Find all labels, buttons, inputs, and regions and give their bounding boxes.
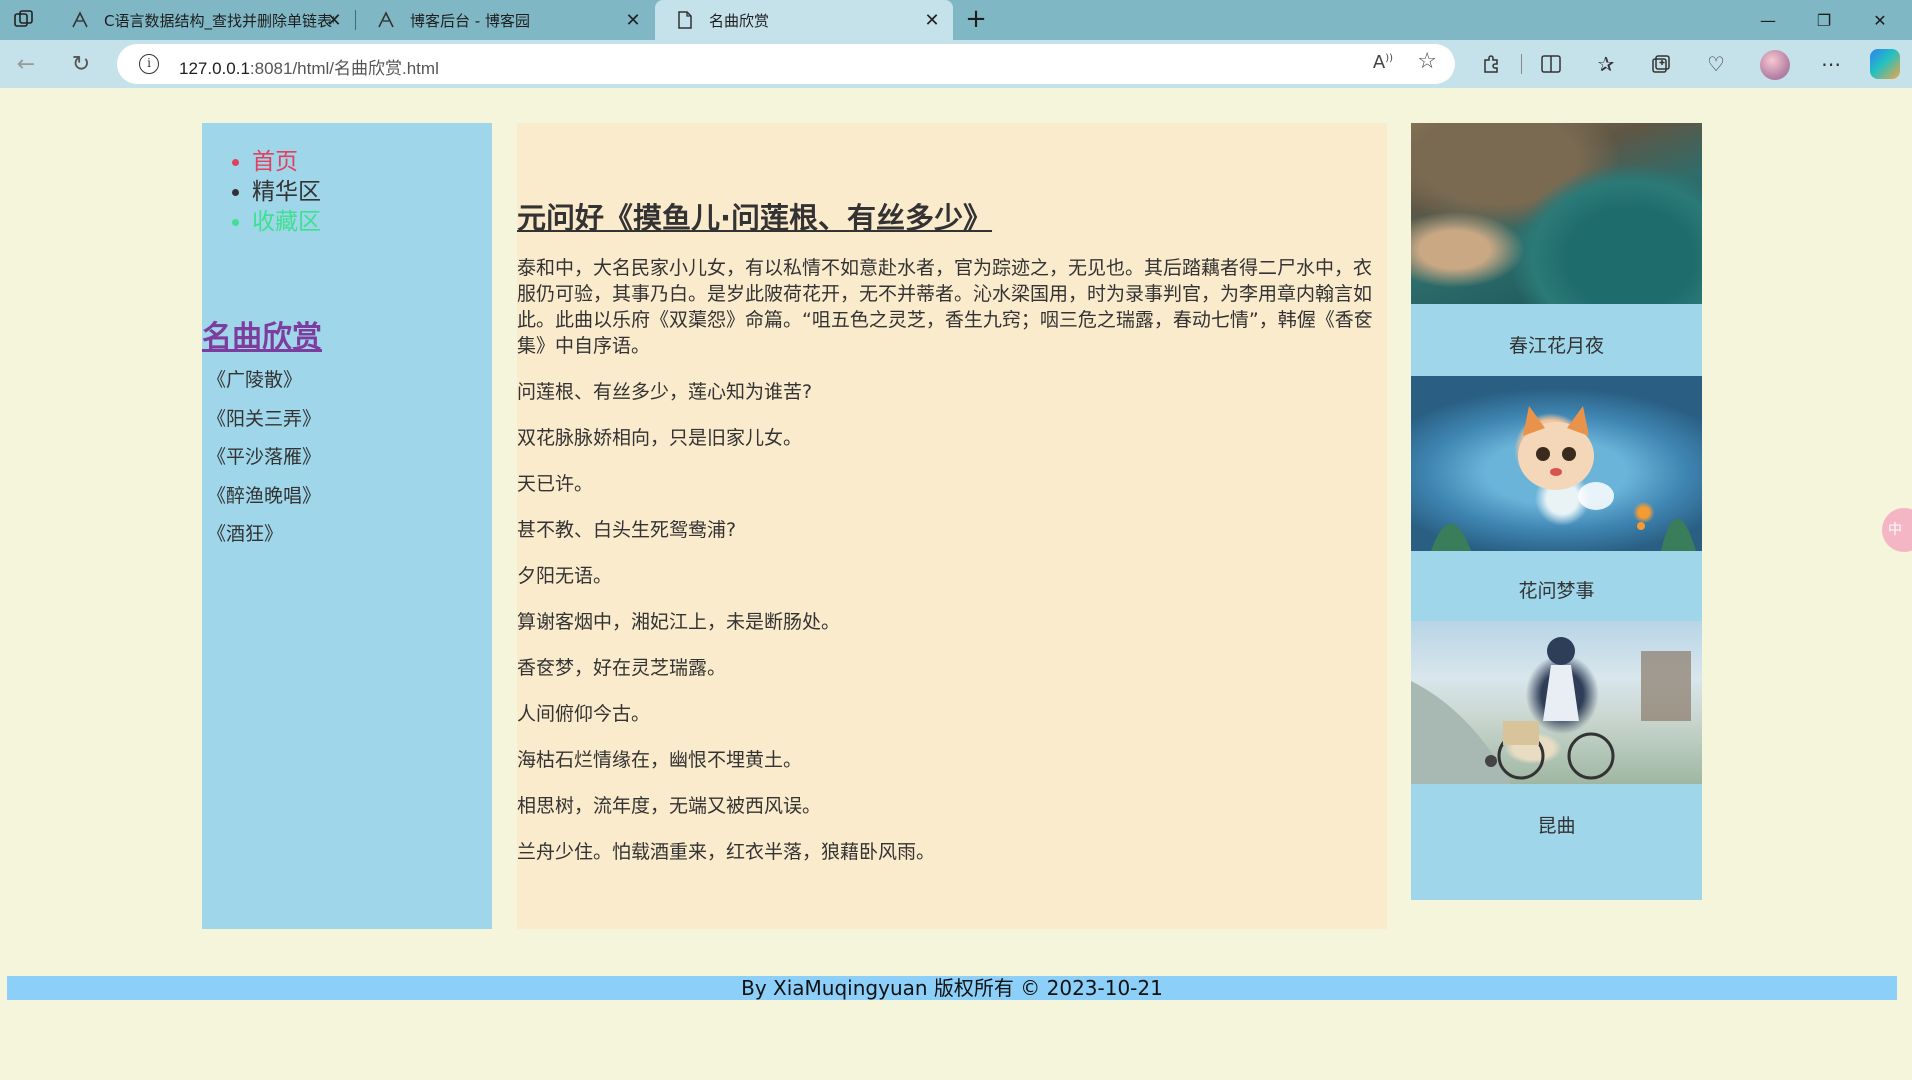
read-aloud-icon[interactable]: A))	[1373, 52, 1393, 73]
music-link[interactable]: 《平沙落雁》	[207, 445, 321, 484]
nav-item-home[interactable]: 首页	[252, 147, 321, 177]
favorite-star-icon[interactable]: ☆	[1417, 49, 1437, 74]
article-area: 元问好《摸鱼儿·问莲根、有丝多少》 泰和中，大名民家小儿女，有以私情不如意赴水者…	[517, 123, 1387, 929]
extensions-icon[interactable]	[1475, 48, 1507, 80]
poem-line: 夕阳无语。	[517, 565, 613, 587]
main-nav: 首页 精华区 收藏区	[252, 147, 321, 237]
gallery-caption: 昆曲	[1537, 815, 1576, 837]
poem-line: 人间俯仰今古。	[517, 703, 651, 725]
page-icon	[675, 10, 695, 30]
poem-line: 天已许。	[517, 473, 594, 495]
url-field[interactable]: i 127.0.0.1:8081/html/名曲欣赏.html A)) ☆	[117, 44, 1455, 84]
translate-widget-icon[interactable]: 中	[1882, 508, 1912, 552]
poem-line: 双花脉脉娇相向，只是旧家儿女。	[517, 427, 803, 449]
poem-line: 相思树，流年度，无端又被西风误。	[517, 795, 822, 817]
refresh-icon[interactable]: ↻	[65, 48, 97, 80]
web-page: 首页 精华区 收藏区 名曲欣赏 《广陵散》 《阳关三弄》 《平沙落雁》 《醉渔晚…	[0, 88, 1912, 1080]
poem-line: 问莲根、有丝多少，莲心知为谁苦?	[517, 381, 813, 403]
music-list: 《广陵散》 《阳关三弄》 《平沙落雁》 《醉渔晚唱》 《酒狂》	[207, 368, 321, 561]
tab-linked-list[interactable]: C语言数据结构_查找并删除单链表中 ✕	[50, 0, 355, 40]
music-link[interactable]: 《酒狂》	[207, 522, 321, 561]
tab-famous-music[interactable]: 名曲欣赏 ✕	[655, 0, 953, 40]
poem-line: 兰舟少住。怕载酒重来，红衣半落，狼藉卧风雨。	[517, 841, 936, 863]
profile-avatar[interactable]	[1760, 50, 1790, 80]
window-close-button[interactable]: ✕	[1852, 0, 1908, 40]
left-sidebar: 首页 精华区 收藏区 名曲欣赏 《广陵散》 《阳关三弄》 《平沙落雁》 《醉渔晚…	[202, 123, 492, 929]
music-link[interactable]: 《广陵散》	[207, 368, 321, 407]
tab-title: 名曲欣赏	[709, 11, 770, 30]
gallery-caption: 花问梦事	[1518, 580, 1595, 602]
music-link[interactable]: 《阳关三弄》	[207, 407, 321, 446]
new-tab-button[interactable]: +	[962, 6, 990, 34]
site-info-icon[interactable]: i	[139, 54, 159, 74]
poem-line: 海枯石烂情缘在，幽恨不埋黄土。	[517, 749, 803, 771]
gallery-caption: 春江花月夜	[1508, 335, 1604, 357]
close-icon[interactable]: ✕	[622, 9, 644, 31]
blog-logo-icon	[376, 10, 396, 30]
back-icon[interactable]: ←	[10, 48, 42, 80]
coast-image[interactable]	[1411, 123, 1702, 304]
workspaces-icon[interactable]	[12, 9, 36, 31]
close-icon[interactable]: ✕	[323, 9, 345, 31]
poem-line: 算谢客烟中，湘妃江上，未是断肠处。	[517, 611, 841, 633]
tab-title: 博客后台 - 博客园	[410, 11, 530, 30]
tab-title: C语言数据结构_查找并删除单链表中	[104, 11, 334, 30]
url-text[interactable]: 127.0.0.1:8081/html/名曲欣赏.html	[179, 54, 439, 79]
more-menu-icon[interactable]: ⋯	[1815, 48, 1847, 80]
close-icon[interactable]: ✕	[921, 9, 943, 31]
minimize-button[interactable]: —	[1740, 0, 1796, 40]
nav-item-favorites[interactable]: 收藏区	[252, 207, 321, 237]
restore-button[interactable]: ❐	[1796, 0, 1852, 40]
tab-blog-admin[interactable]: 博客后台 - 博客园 ✕	[356, 0, 654, 40]
split-screen-icon[interactable]	[1535, 48, 1567, 80]
collections-icon[interactable]	[1645, 48, 1677, 80]
article-intro: 泰和中，大名民家小儿女，有以私情不如意赴水者，官为踪迹之，无见也。其后踏藕者得二…	[517, 257, 1373, 357]
blog-logo-icon	[70, 10, 90, 30]
favorites-icon[interactable]: ✰	[1590, 48, 1622, 80]
sidebar-title-link[interactable]: 名曲欣赏	[202, 312, 322, 356]
nav-item-featured[interactable]: 精华区	[252, 177, 321, 207]
bicycle-girl-image[interactable]	[1411, 621, 1702, 784]
copilot-icon[interactable]	[1870, 49, 1900, 79]
poem-line: 香奁梦，好在灵芝瑞露。	[517, 657, 727, 679]
article-title[interactable]: 元问好《摸鱼儿·问莲根、有丝多少》	[517, 195, 992, 237]
footer: By XiaMuqingyuan 版权所有 © 2023-10-21	[7, 976, 1897, 1000]
toolbar-divider	[1521, 54, 1522, 74]
right-gallery: 春江花月夜 花问梦事 昆曲	[1411, 123, 1702, 900]
music-link[interactable]: 《醉渔晚唱》	[207, 484, 321, 523]
poem-line: 甚不教、白头生死鸳鸯浦?	[517, 519, 737, 541]
poem-lines: 问莲根、有丝多少，莲心知为谁苦? 双花脉脉娇相向，只是旧家儿女。 天已许。 甚不…	[517, 379, 935, 885]
address-bar: ← ↻ i 127.0.0.1:8081/html/名曲欣赏.html A)) …	[0, 40, 1912, 88]
tab-bar: C语言数据结构_查找并删除单链表中 ✕ 博客后台 - 博客园 ✕ 名曲欣赏 ✕ …	[0, 0, 1912, 40]
browser-essentials-icon[interactable]: ♡	[1700, 48, 1732, 80]
cat-image[interactable]	[1411, 376, 1702, 551]
